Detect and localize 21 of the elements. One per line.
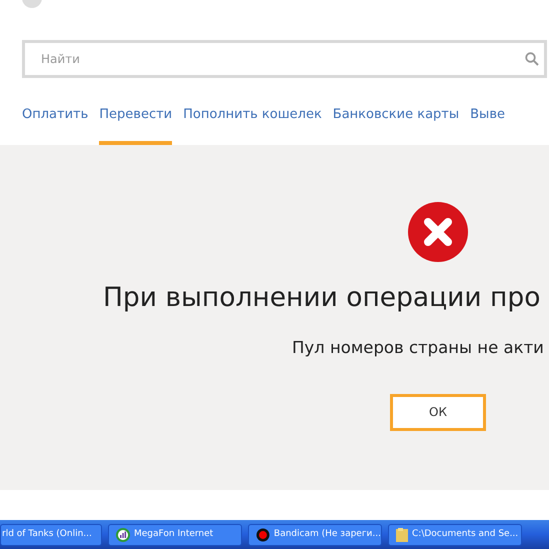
nav-tab[interactable]: Банковские карты <box>332 100 460 145</box>
error-icon <box>408 202 468 262</box>
taskbar-button[interactable]: rld of Tanks (Onlin... <box>0 524 102 546</box>
taskbar-button[interactable]: Bandicam (Не зареги... <box>248 524 382 546</box>
taskbar-label: MegaFon Internet <box>134 528 214 542</box>
nav-tab[interactable]: Выве <box>470 100 505 145</box>
ok-button[interactable]: ОК <box>390 394 486 430</box>
error-title: При выполнении операции про <box>103 281 540 315</box>
search-field[interactable]: Найти <box>22 40 547 78</box>
nav-tab[interactable]: Пополнить кошелек <box>183 100 322 145</box>
taskbar-label: C:\Documents and Se... <box>412 528 518 542</box>
taskbar-label: rld of Tanks (Onlin... <box>2 528 92 542</box>
folder-icon <box>396 528 408 542</box>
search-icon[interactable] <box>525 52 539 66</box>
error-message: Пул номеров страны не акти <box>292 336 544 359</box>
nav-tab[interactable]: Оплатить <box>22 100 88 145</box>
taskbar-button[interactable]: C:\Documents and Se... <box>388 524 522 546</box>
chart-icon <box>116 528 130 542</box>
taskbar-label: Bandicam (Не зареги... <box>274 528 381 542</box>
record-icon <box>256 528 270 542</box>
taskbar-button[interactable]: MegaFon Internet <box>108 524 242 546</box>
